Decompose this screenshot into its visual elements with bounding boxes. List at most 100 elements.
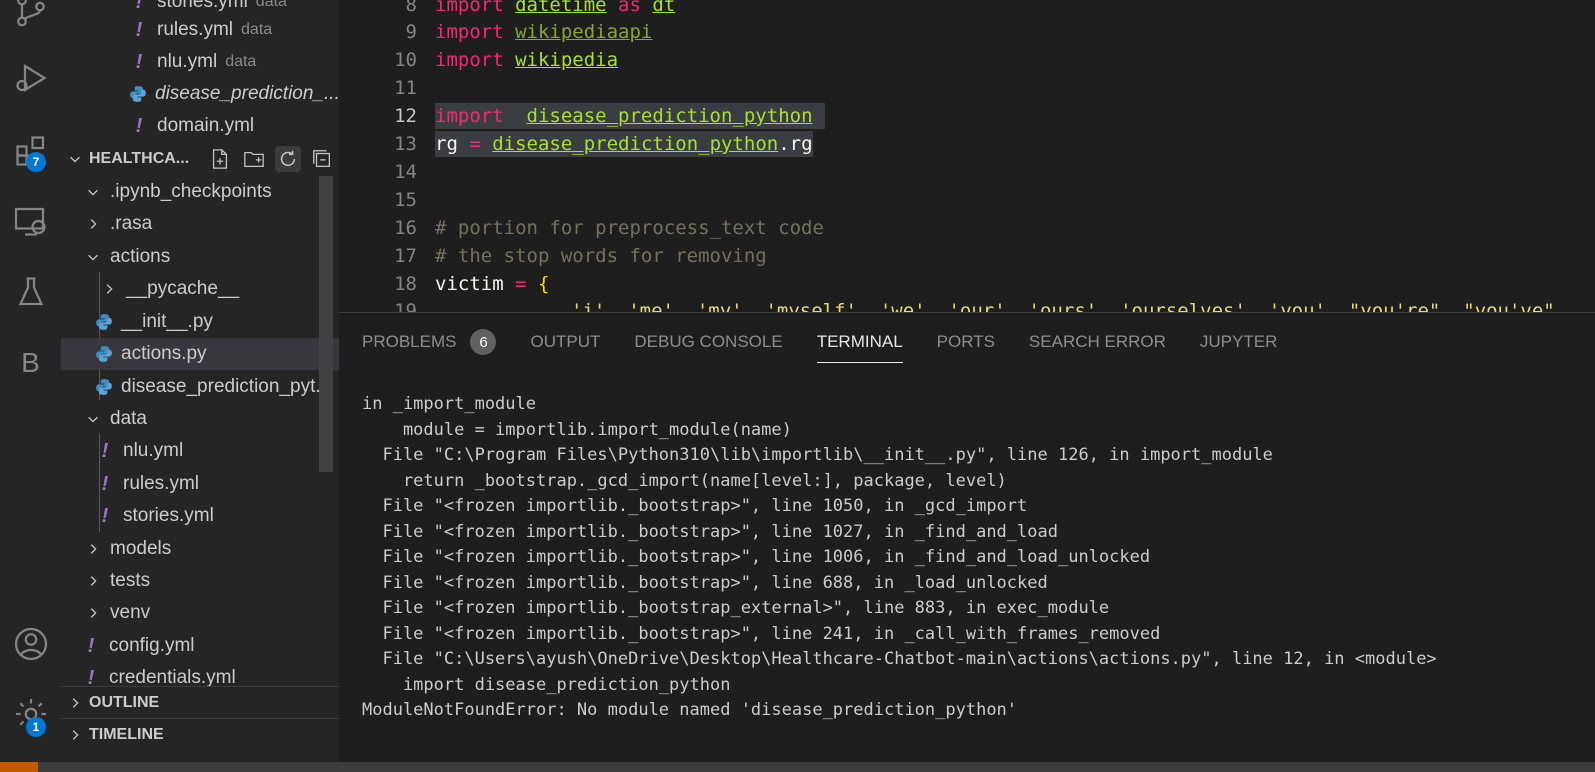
b-extension-icon[interactable]: B	[0, 338, 61, 388]
terminal-line: File "C:\Program Files\Python310\lib\imp…	[362, 445, 1273, 465]
tab-ports[interactable]: PORTS	[937, 313, 995, 371]
chevron-right-icon	[85, 217, 101, 231]
operator: =	[515, 273, 527, 295]
keyword: import	[435, 49, 504, 71]
yaml-file-icon: !	[101, 472, 109, 495]
tab-label: PROBLEMS	[362, 332, 457, 351]
terminal-line: File "<frozen importlib._bootstrap>", li…	[362, 547, 1151, 567]
status-bar	[0, 762, 1595, 772]
testing-icon[interactable]	[0, 267, 61, 317]
open-editor-item[interactable]: ! rules.yml data	[61, 14, 339, 46]
open-editor-name: disease_prediction_...	[155, 83, 339, 104]
chevron-right-icon	[85, 574, 101, 588]
code-line-selected: import disease_prediction_python	[435, 103, 825, 129]
terminal-line: File "<frozen importlib._bootstrap>", li…	[362, 623, 1161, 644]
new-folder-icon[interactable]	[241, 146, 267, 172]
terminal-line: File "<frozen importlib._bootstrap>", li…	[362, 521, 1058, 542]
yaml-file-icon: !	[135, 50, 143, 73]
comment-line: # the stop words for removing	[435, 245, 767, 267]
terminal-line: ModuleNotFoundError: No module named 'di…	[362, 700, 1018, 720]
remote-indicator[interactable]	[0, 762, 38, 772]
line-number: 18	[394, 273, 417, 295]
attribute: .rg	[778, 133, 813, 155]
yaml-file-icon: !	[135, 114, 143, 137]
tree-folder[interactable]: .ipynb_checkpoints	[61, 176, 339, 208]
run-debug-icon[interactable]	[0, 53, 61, 103]
tree-file[interactable]: __init__.py	[61, 306, 339, 338]
code-line: victim = {	[435, 273, 549, 295]
chevron-right-icon	[101, 282, 117, 296]
module-name: wikipediaapi	[515, 21, 653, 43]
code-editor[interactable]: 8 import datetime as dt 9 import wikiped…	[339, 0, 1595, 312]
tree-file[interactable]: disease_prediction_pyt...	[61, 371, 339, 403]
open-editor-item[interactable]: ! nlu.yml data	[61, 46, 339, 78]
remote-explorer-icon[interactable]	[0, 196, 61, 246]
chevron-down-icon	[85, 412, 101, 426]
line-number: 17	[394, 245, 417, 267]
tab-search-error[interactable]: SEARCH ERROR	[1029, 313, 1166, 371]
code-line: import wikipediaapi	[435, 21, 652, 43]
terminal-line: module = importlib.import_module(name)	[362, 419, 792, 440]
tab-debug-console[interactable]: DEBUG CONSOLE	[634, 313, 782, 371]
workspace-section-header[interactable]: HEALTHCA...	[61, 143, 339, 175]
line-number: 14	[394, 161, 417, 183]
collapse-all-icon[interactable]	[309, 146, 335, 172]
chevron-right-icon	[67, 728, 83, 742]
chevron-right-icon	[85, 606, 101, 620]
code-line: import datetime as dt	[435, 0, 675, 16]
new-file-icon[interactable]	[207, 146, 233, 172]
identifier: rg	[435, 133, 470, 155]
tab-terminal[interactable]: TERMINAL	[816, 313, 903, 371]
source-control-icon[interactable]	[0, 0, 61, 36]
tree-label: actions.py	[121, 343, 207, 364]
panel-tabs: PROBLEMS 6 OUTPUT DEBUG CONSOLE TERMINAL …	[362, 313, 1311, 371]
tab-jupyter[interactable]: JUPYTER	[1200, 313, 1277, 371]
terminal-line: import disease_prediction_python	[362, 674, 731, 695]
yaml-file-icon: !	[135, 18, 143, 41]
line-number: 16	[394, 217, 417, 239]
tree-folder[interactable]: __pycache__	[61, 273, 339, 305]
tree-file[interactable]: ! stories.yml	[61, 500, 339, 532]
tree-file-selected[interactable]: actions.py	[61, 338, 339, 370]
keyword: import	[435, 105, 504, 127]
open-editor-desc: data	[225, 53, 257, 70]
keyword: import	[435, 21, 504, 43]
python-file-icon	[96, 379, 112, 395]
chevron-down-icon	[85, 250, 101, 264]
terminal-output[interactable]: in _import_module module = importlib.imp…	[362, 392, 1437, 724]
module-name: datetime	[515, 0, 607, 16]
explorer-scrollbar[interactable]	[319, 176, 333, 472]
line-number: 12	[394, 105, 417, 127]
tree-file[interactable]: ! nlu.yml	[61, 435, 339, 467]
module-name: disease_prediction_python	[526, 105, 813, 127]
tree-label: .ipynb_checkpoints	[110, 181, 272, 202]
tree-folder[interactable]: tests	[61, 565, 339, 597]
tree-label: rules.yml	[123, 473, 200, 494]
open-editor-item[interactable]: ! domain.yml	[61, 110, 339, 142]
tree-label: data	[110, 408, 147, 429]
chevron-right-icon	[85, 542, 101, 556]
tree-file[interactable]: ! config.yml	[61, 630, 339, 662]
open-editor-name: rules.yml	[157, 19, 234, 40]
open-editor-name: nlu.yml	[157, 51, 218, 72]
timeline-title: TIMELINE	[89, 726, 164, 743]
bottom-panel: PROBLEMS 6 OUTPUT DEBUG CONSOLE TERMINAL …	[339, 312, 1595, 763]
tree-label: stories.yml	[123, 505, 214, 526]
tab-problems[interactable]: PROBLEMS 6	[362, 313, 497, 371]
chevron-right-icon	[67, 696, 83, 710]
tree-folder[interactable]: data	[61, 403, 339, 435]
open-editor-item[interactable]: disease_prediction_...	[61, 78, 339, 110]
tree-folder[interactable]: models	[61, 533, 339, 565]
outline-title: OUTLINE	[89, 694, 160, 711]
tree-label: __pycache__	[126, 278, 240, 299]
tree-folder[interactable]: actions	[61, 241, 339, 273]
tab-output[interactable]: OUTPUT	[530, 313, 600, 371]
tree-folder[interactable]: .rasa	[61, 208, 339, 240]
outline-section-header[interactable]: OUTLINE	[61, 686, 339, 719]
timeline-section-header[interactable]: TIMELINE	[61, 718, 339, 751]
refresh-icon[interactable]	[275, 146, 301, 172]
tree-folder[interactable]: venv	[61, 597, 339, 629]
yaml-file-icon: !	[101, 504, 109, 527]
tree-file[interactable]: ! rules.yml	[61, 468, 339, 500]
accounts-icon[interactable]	[0, 619, 61, 669]
